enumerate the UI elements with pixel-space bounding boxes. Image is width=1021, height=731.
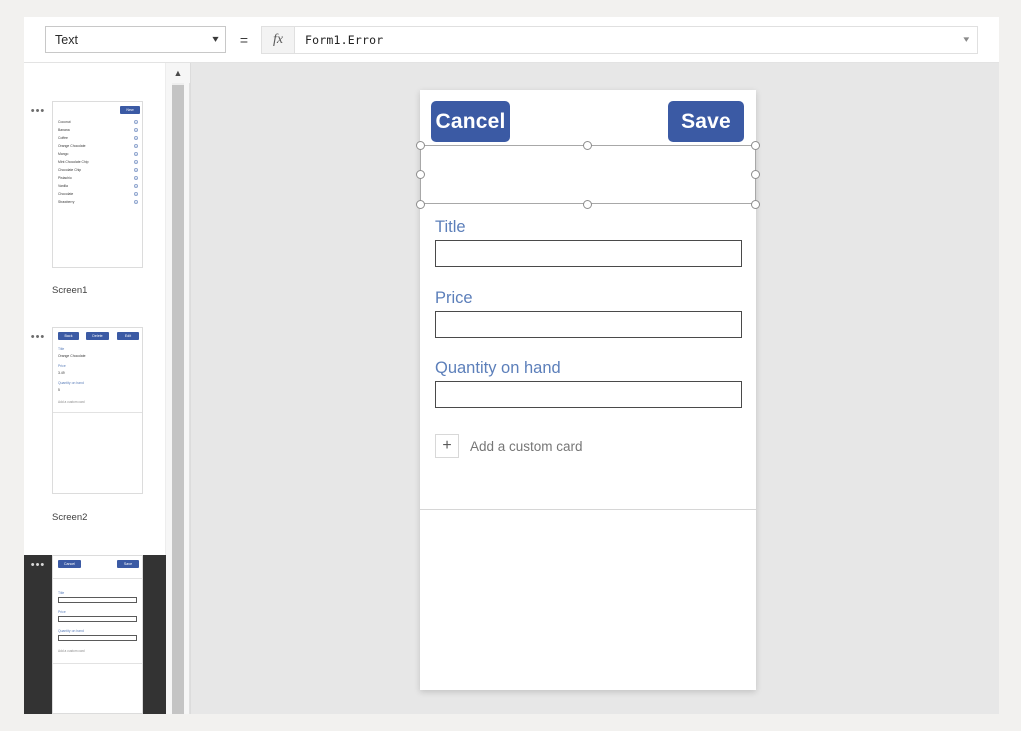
price-input[interactable] <box>435 311 742 338</box>
add-custom-card-label: Add a custom card <box>470 438 583 454</box>
ellipsis-icon[interactable]: ••• <box>31 332 46 343</box>
save-button[interactable]: Save <box>668 101 744 142</box>
list-item: Pistachio <box>58 176 72 180</box>
title-field-label: Title <box>435 218 466 236</box>
quantity-field-label: Quantity on hand <box>435 359 561 377</box>
screen-2-preview[interactable]: Back Delete Edit Title Orange Chocolate … <box>52 327 143 494</box>
list-item: Banana <box>58 128 70 132</box>
equals-sign: = <box>239 31 249 48</box>
mini-delete-button: Delete <box>86 332 109 340</box>
screens-scrollbar[interactable]: ▲ <box>166 63 190 714</box>
chevron-right-icon: › <box>134 192 138 196</box>
formula-text: Form1.Error <box>305 32 384 47</box>
screen-thumbnail-2[interactable]: ••• Back Delete Edit Title Orange Chocol… <box>24 327 166 494</box>
screen-1-preview[interactable]: New Coconut › Banana › Coffee › Orange C… <box>52 101 143 268</box>
list-item: Coffee <box>58 136 68 140</box>
list-item: Vanilla <box>58 184 68 188</box>
quantity-input[interactable] <box>435 381 742 408</box>
chevron-right-icon: › <box>134 152 138 156</box>
mini-cancel-button: Cancel <box>58 560 81 568</box>
screens-rail: ••• New Coconut › Banana › Coffee › Oran… <box>24 63 166 714</box>
ellipsis-icon[interactable]: ••• <box>31 560 46 571</box>
mini-qty-value: 5 <box>58 388 60 392</box>
mini-price-label: Price <box>58 610 66 614</box>
mini-divider <box>53 663 142 664</box>
mini-title-label: Title <box>58 347 65 351</box>
mini-divider <box>53 412 142 413</box>
resize-handle-middle-left[interactable] <box>416 170 425 179</box>
resize-handle-top-right[interactable] <box>751 141 760 150</box>
title-input[interactable] <box>435 240 742 267</box>
mini-qty-input <box>58 635 137 641</box>
mini-price-value: 3.49 <box>58 371 65 375</box>
chevron-right-icon: › <box>134 160 138 164</box>
mini-title-value: Orange Chocolate <box>58 354 86 358</box>
property-select-value: Text <box>55 32 78 47</box>
mini-divider <box>53 578 142 579</box>
screen-thumbnail-1[interactable]: ••• New Coconut › Banana › Coffee › Oran… <box>24 101 166 268</box>
form-bottom-divider <box>420 509 756 510</box>
mini-add-custom-card: Add a custom card <box>58 400 85 404</box>
screen-2-menu[interactable]: ••• <box>24 327 52 494</box>
mini-price-label: Price <box>58 364 66 368</box>
list-item: Mint Chocolate Chip <box>58 160 89 164</box>
mini-add-custom-card: Add a custom card <box>58 649 85 653</box>
screen-3-preview[interactable]: Cancel Save Title Price Quantity on hand… <box>52 555 143 714</box>
screen-3-menu[interactable]: ••• <box>24 555 52 714</box>
mini-back-button: Back <box>58 332 79 340</box>
chevron-right-icon: › <box>134 144 138 148</box>
resize-handle-bottom-left[interactable] <box>416 200 425 209</box>
resize-handle-bottom-center[interactable] <box>583 200 592 209</box>
cancel-button[interactable]: Cancel <box>431 101 510 142</box>
mini-new-button: New <box>120 106 140 114</box>
editor-body: ••• New Coconut › Banana › Coffee › Oran… <box>24 63 999 714</box>
ellipsis-icon[interactable]: ••• <box>31 106 46 117</box>
list-item: Mango <box>58 152 69 156</box>
formula-chevron-down-icon[interactable]: ▾ <box>964 34 970 45</box>
scrollbar-thumb[interactable] <box>172 85 184 714</box>
list-item: Orange Chocolate <box>58 144 86 148</box>
price-field-label: Price <box>435 289 473 307</box>
chevron-right-icon: › <box>134 200 138 204</box>
mini-title-label: Title <box>58 591 65 595</box>
design-canvas[interactable]: Cancel Save Title Price Quantity on hand… <box>191 63 999 714</box>
list-item: Chocolate Chip <box>58 168 82 172</box>
formula-bar: Text ▾ = fx Form1.Error ▾ <box>24 17 999 63</box>
fx-icon: fx <box>261 25 294 54</box>
powerapps-studio: Text ▾ = fx Form1.Error ▾ ••• New Coconu… <box>0 0 1021 731</box>
selected-error-label[interactable] <box>420 145 756 204</box>
screen-2-label: Screen2 <box>52 512 88 523</box>
chevron-up-icon[interactable]: ▲ <box>166 63 190 83</box>
chevron-right-icon: › <box>134 184 138 188</box>
resize-handle-top-center[interactable] <box>583 141 592 150</box>
mini-price-input <box>58 616 137 622</box>
chevron-right-icon: › <box>134 128 138 132</box>
app-screen-preview[interactable]: Cancel Save Title Price Quantity on hand… <box>416 90 760 690</box>
chevron-right-icon: › <box>134 176 138 180</box>
screen-1-menu[interactable]: ••• <box>24 101 52 268</box>
list-item: Chocolate <box>58 192 74 196</box>
chevron-right-icon: › <box>134 136 138 140</box>
chevron-right-icon: › <box>134 120 138 124</box>
resize-handle-middle-right[interactable] <box>751 170 760 179</box>
mini-title-input <box>58 597 137 603</box>
add-custom-card-row[interactable]: + Add a custom card <box>435 434 583 458</box>
list-item: Coconut <box>58 120 71 124</box>
list-item: Strawberry <box>58 200 75 204</box>
mini-qty-label: Quantity on hand <box>58 381 84 385</box>
resize-handle-bottom-right[interactable] <box>751 200 760 209</box>
mini-save-button: Save <box>117 560 139 568</box>
formula-input[interactable]: Form1.Error ▾ <box>294 25 978 54</box>
screen-thumbnail-3[interactable]: ••• Cancel Save Title Price Quantity on … <box>24 555 166 714</box>
chevron-down-icon: ▾ <box>212 33 219 45</box>
fx-glyph: fx <box>272 31 284 47</box>
chevron-right-icon: › <box>134 168 138 172</box>
resize-handle-top-left[interactable] <box>416 141 425 150</box>
plus-icon[interactable]: + <box>435 434 459 458</box>
mini-edit-button: Edit <box>117 332 139 340</box>
property-select[interactable]: Text ▾ <box>45 26 226 53</box>
screen-1-label: Screen1 <box>52 285 88 296</box>
mini-qty-label: Quantity on hand <box>58 629 84 633</box>
